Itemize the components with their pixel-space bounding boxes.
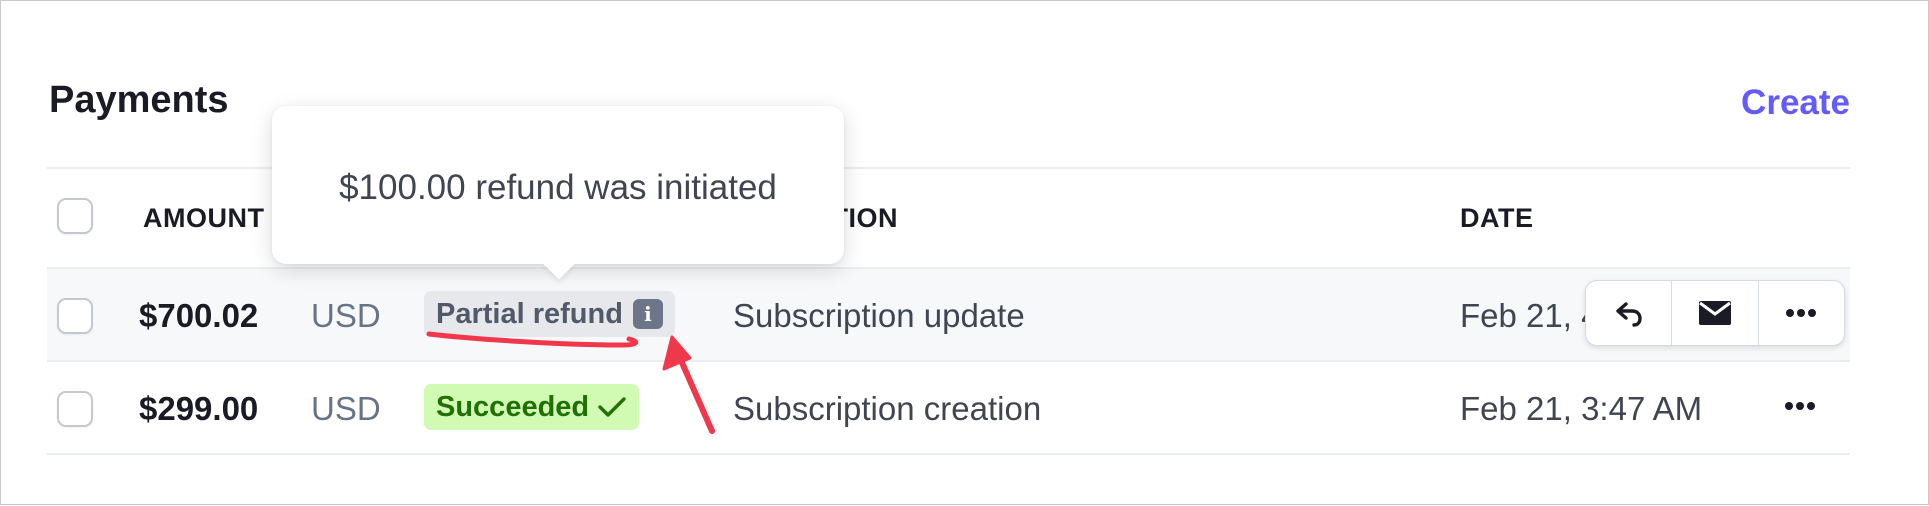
row-date: Feb 21, 3:47 AM (1460, 390, 1703, 427)
row-checkbox[interactable] (57, 298, 93, 334)
row-currency: USD (311, 297, 381, 334)
status-badge: Partial refund i (424, 291, 675, 337)
send-receipt-button[interactable] (1671, 281, 1757, 345)
more-actions-button[interactable] (1757, 281, 1844, 345)
row-amount: $700.02 (139, 297, 259, 334)
row-checkbox[interactable] (57, 391, 93, 427)
undo-icon (1615, 302, 1642, 327)
refund-button[interactable] (1586, 281, 1671, 345)
select-all-checkbox[interactable] (57, 198, 93, 234)
column-header-date[interactable]: DATE (1460, 203, 1534, 234)
divider (47, 453, 1850, 455)
row-action-group (1585, 280, 1845, 346)
more-icon (1785, 402, 1815, 410)
column-header-amount[interactable]: AMOUNT (143, 203, 264, 234)
status-badge-label: Succeeded (436, 390, 590, 423)
status-badge-label: Partial refund (436, 297, 623, 330)
row-description: Subscription creation (733, 390, 1042, 427)
refund-tooltip: $100.00 refund was initiated (272, 106, 844, 264)
envelope-icon (1698, 301, 1731, 325)
row-amount: $299.00 (139, 390, 259, 427)
more-icon (1786, 309, 1817, 317)
payments-panel: Payments Create AMOUNT PTION DATE $700.0… (0, 0, 1929, 505)
more-actions-button[interactable] (1780, 391, 1820, 421)
page-title: Payments (49, 79, 229, 121)
status-badge: Succeeded (424, 384, 640, 430)
row-description: Subscription update (733, 297, 1025, 334)
checkmark-icon (598, 397, 626, 417)
divider (47, 360, 1850, 362)
row-date: Feb 21, 4 (1460, 297, 1600, 334)
row-currency: USD (311, 390, 381, 427)
create-button[interactable]: Create (1741, 83, 1850, 123)
tooltip-text: $100.00 refund was initiated (339, 168, 777, 207)
info-icon[interactable]: i (632, 299, 663, 329)
divider (47, 267, 1850, 269)
